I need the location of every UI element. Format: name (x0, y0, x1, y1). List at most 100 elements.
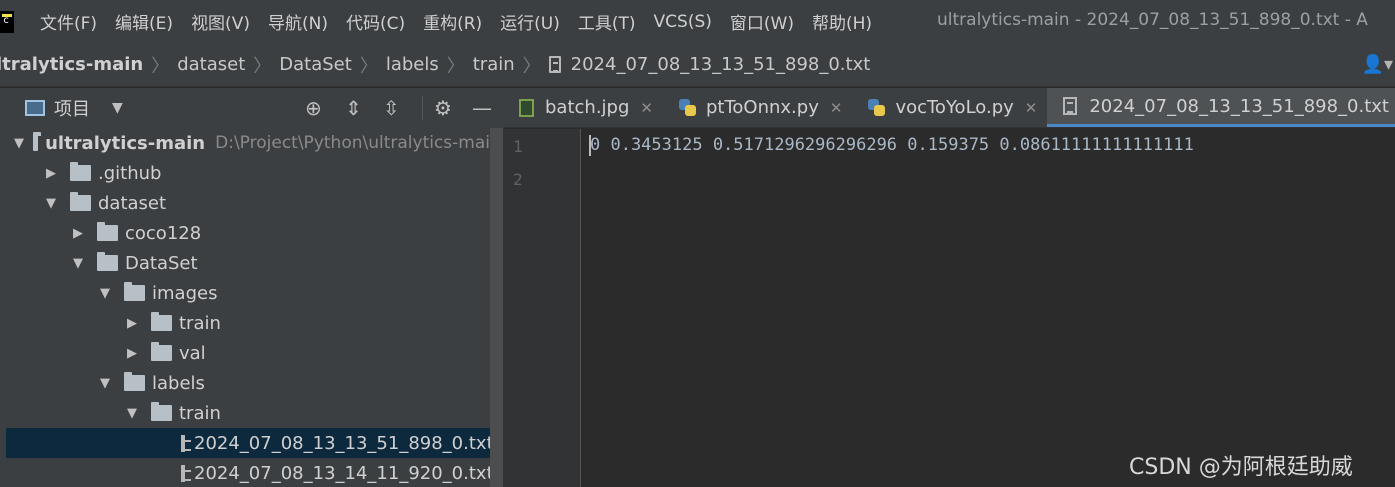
close-icon[interactable]: ✕ (1025, 99, 1038, 117)
user-account-icon[interactable]: 👤▾ (1362, 54, 1393, 75)
folder-icon (70, 162, 91, 181)
collapse-all-icon[interactable]: ⇳ (383, 96, 400, 120)
project-scrollbar[interactable] (490, 128, 503, 487)
folder-icon (97, 252, 118, 271)
tree-node-DataSet[interactable]: ▼ DataSet (0, 248, 490, 278)
breadcrumb-dataset[interactable]: dataset (177, 54, 245, 75)
tree-node-label: coco128 (125, 222, 202, 244)
folder-icon (151, 312, 172, 331)
text-caret (589, 135, 591, 156)
chevron-down-icon[interactable]: ▼ (112, 100, 123, 116)
tree-node-label: .github (98, 162, 162, 184)
breadcrumb-file[interactable]: 2024_07_08_13_13_51_898_0.txt (571, 54, 871, 75)
tab-batch-jpg[interactable]: batch.jpg ✕ (503, 88, 663, 127)
expand-arrow-icon[interactable]: ▶ (68, 226, 88, 241)
folder-icon (97, 222, 118, 241)
expand-arrow-icon[interactable]: ▼ (122, 406, 142, 421)
expand-arrow-icon[interactable]: ▼ (68, 256, 88, 271)
header-divider (422, 96, 423, 120)
tab-vocToYoLo[interactable]: vocToYoLo.py ✕ (852, 88, 1047, 127)
python-file-icon (678, 99, 696, 116)
tree-node-labels[interactable]: ▼ labels (0, 368, 490, 398)
folder-icon (151, 342, 172, 361)
line-number-gutter: 1 2 (503, 129, 581, 487)
menu-edit[interactable]: 编辑(E) (115, 9, 173, 34)
folder-icon (33, 132, 42, 151)
tree-node-labels-train[interactable]: ▼ train (0, 398, 490, 428)
folder-icon (124, 282, 145, 301)
hide-panel-icon[interactable]: — (472, 96, 492, 120)
locate-file-icon[interactable]: ⊕ (305, 96, 322, 120)
expand-all-icon[interactable]: ⇕ (345, 96, 362, 120)
tree-node-label: labels (152, 372, 205, 394)
tree-node-label: images (152, 282, 218, 304)
menu-file[interactable]: 文件(F) (40, 9, 97, 34)
project-panel-title[interactable]: 项目 (54, 95, 90, 121)
expand-arrow-icon[interactable]: ▼ (95, 286, 115, 301)
breadcrumb-train[interactable]: train (473, 54, 515, 75)
code-editor[interactable]: 0 0.3453125 0.5171296296296296 0.159375 … (582, 129, 1395, 487)
project-window-icon (25, 100, 45, 116)
gear-icon[interactable]: ⚙ (434, 96, 452, 120)
breadcrumb-separator-icon: 〉 (359, 55, 378, 77)
menu-view[interactable]: 视图(V) (191, 9, 250, 34)
tree-node-images-train[interactable]: ▶ train (0, 308, 490, 338)
folder-icon (124, 372, 145, 391)
breadcrumb-labels[interactable]: labels (386, 54, 439, 75)
menu-help[interactable]: 帮助(H) (812, 9, 872, 34)
close-icon[interactable]: ✕ (830, 99, 843, 117)
editor-tab-bar: batch.jpg ✕ ptToOnnx.py ✕ vocToYoLo.py ✕… (503, 88, 1395, 128)
menu-window[interactable]: 窗口(W) (730, 9, 794, 34)
close-icon[interactable]: ✕ (640, 99, 653, 117)
text-file-icon (181, 464, 191, 482)
text-file-icon (1063, 97, 1078, 115)
menu-vcs[interactable]: VCS(S) (654, 12, 712, 32)
tree-node-coco128[interactable]: ▶ coco128 (0, 218, 490, 248)
tree-node-github[interactable]: ▶ .github (0, 158, 490, 188)
expand-arrow-icon[interactable]: ▶ (41, 166, 61, 181)
tab-active-txt-file[interactable]: 2024_07_08_13_13_51_898_0.txt ✕ (1047, 88, 1395, 127)
text-file-icon (181, 434, 191, 452)
expand-arrow-icon[interactable]: ▼ (41, 196, 61, 211)
tree-node-label: val (179, 342, 206, 364)
expand-arrow-icon[interactable]: ▼ (14, 136, 24, 151)
folder-icon (151, 402, 172, 421)
tree-node-label: ultralytics-main (45, 132, 206, 154)
tree-node-label: train (179, 402, 221, 424)
tree-node-label: DataSet (125, 252, 198, 274)
tree-node-label: 2024_07_08_13_13_51_898_0.txt (194, 432, 494, 454)
project-panel-header: 项目 ▼ ⊕ ⇕ ⇳ ⚙ — (0, 88, 503, 128)
tree-node-dataset[interactable]: ▼ dataset (0, 188, 490, 218)
expand-arrow-icon[interactable]: ▼ (95, 376, 115, 391)
window-title: ultralytics-main - 2024_07_08_13_51_898_… (937, 10, 1368, 30)
tree-node-ultralytics-main[interactable]: ▼ ultralytics-main D:\Project\Python\ult… (0, 128, 490, 158)
text-file-icon (548, 56, 561, 73)
breadcrumb-project[interactable]: ltralytics-main (0, 54, 143, 75)
tab-label: ptToOnnx.py (705, 97, 819, 118)
menu-run[interactable]: 运行(U) (500, 9, 560, 34)
menu-tools[interactable]: 工具(T) (578, 9, 636, 34)
expand-arrow-icon[interactable]: ▶ (122, 346, 142, 361)
menu-bar: 文件(F) 编辑(E) 视图(V) 导航(N) 代码(C) 重构(R) 运行(U… (0, 0, 1395, 43)
menu-refactor[interactable]: 重构(R) (423, 9, 482, 34)
tab-label: batch.jpg (545, 97, 630, 118)
breadcrumb-separator-icon: 〉 (253, 55, 272, 77)
breadcrumb: ltralytics-main 〉 dataset 〉 DataSet 〉 la… (0, 43, 1395, 87)
tree-node-label: 2024_07_08_13_14_11_920_0.txt (194, 462, 494, 484)
tree-node-file-selected[interactable]: 2024_07_08_13_13_51_898_0.txt (6, 428, 494, 458)
breadcrumb-DataSet[interactable]: DataSet (279, 54, 352, 75)
tab-ptToOnnx[interactable]: ptToOnnx.py ✕ (663, 88, 852, 127)
tree-node-path: D:\Project\Python\ultralytics-mai (215, 133, 490, 153)
folder-icon (70, 192, 91, 211)
breadcrumb-separator-icon: 〉 (522, 55, 541, 77)
code-line: 0 0.3453125 0.5171296296296296 0.159375 … (590, 135, 1194, 155)
app-logo-icon (0, 10, 14, 33)
tree-node-images[interactable]: ▼ images (0, 278, 490, 308)
tree-node-images-val[interactable]: ▶ val (0, 338, 490, 368)
project-panel: 项目 ▼ ⊕ ⇕ ⇳ ⚙ — ▼ ultralytics-main D:\Pro… (0, 88, 503, 487)
tree-node-file[interactable]: 2024_07_08_13_14_11_920_0.txt (0, 458, 494, 487)
menu-code[interactable]: 代码(C) (346, 9, 405, 34)
tab-label: 2024_07_08_13_13_51_898_0.txt (1089, 95, 1389, 117)
menu-navigate[interactable]: 导航(N) (268, 9, 328, 34)
expand-arrow-icon[interactable]: ▶ (122, 316, 142, 331)
